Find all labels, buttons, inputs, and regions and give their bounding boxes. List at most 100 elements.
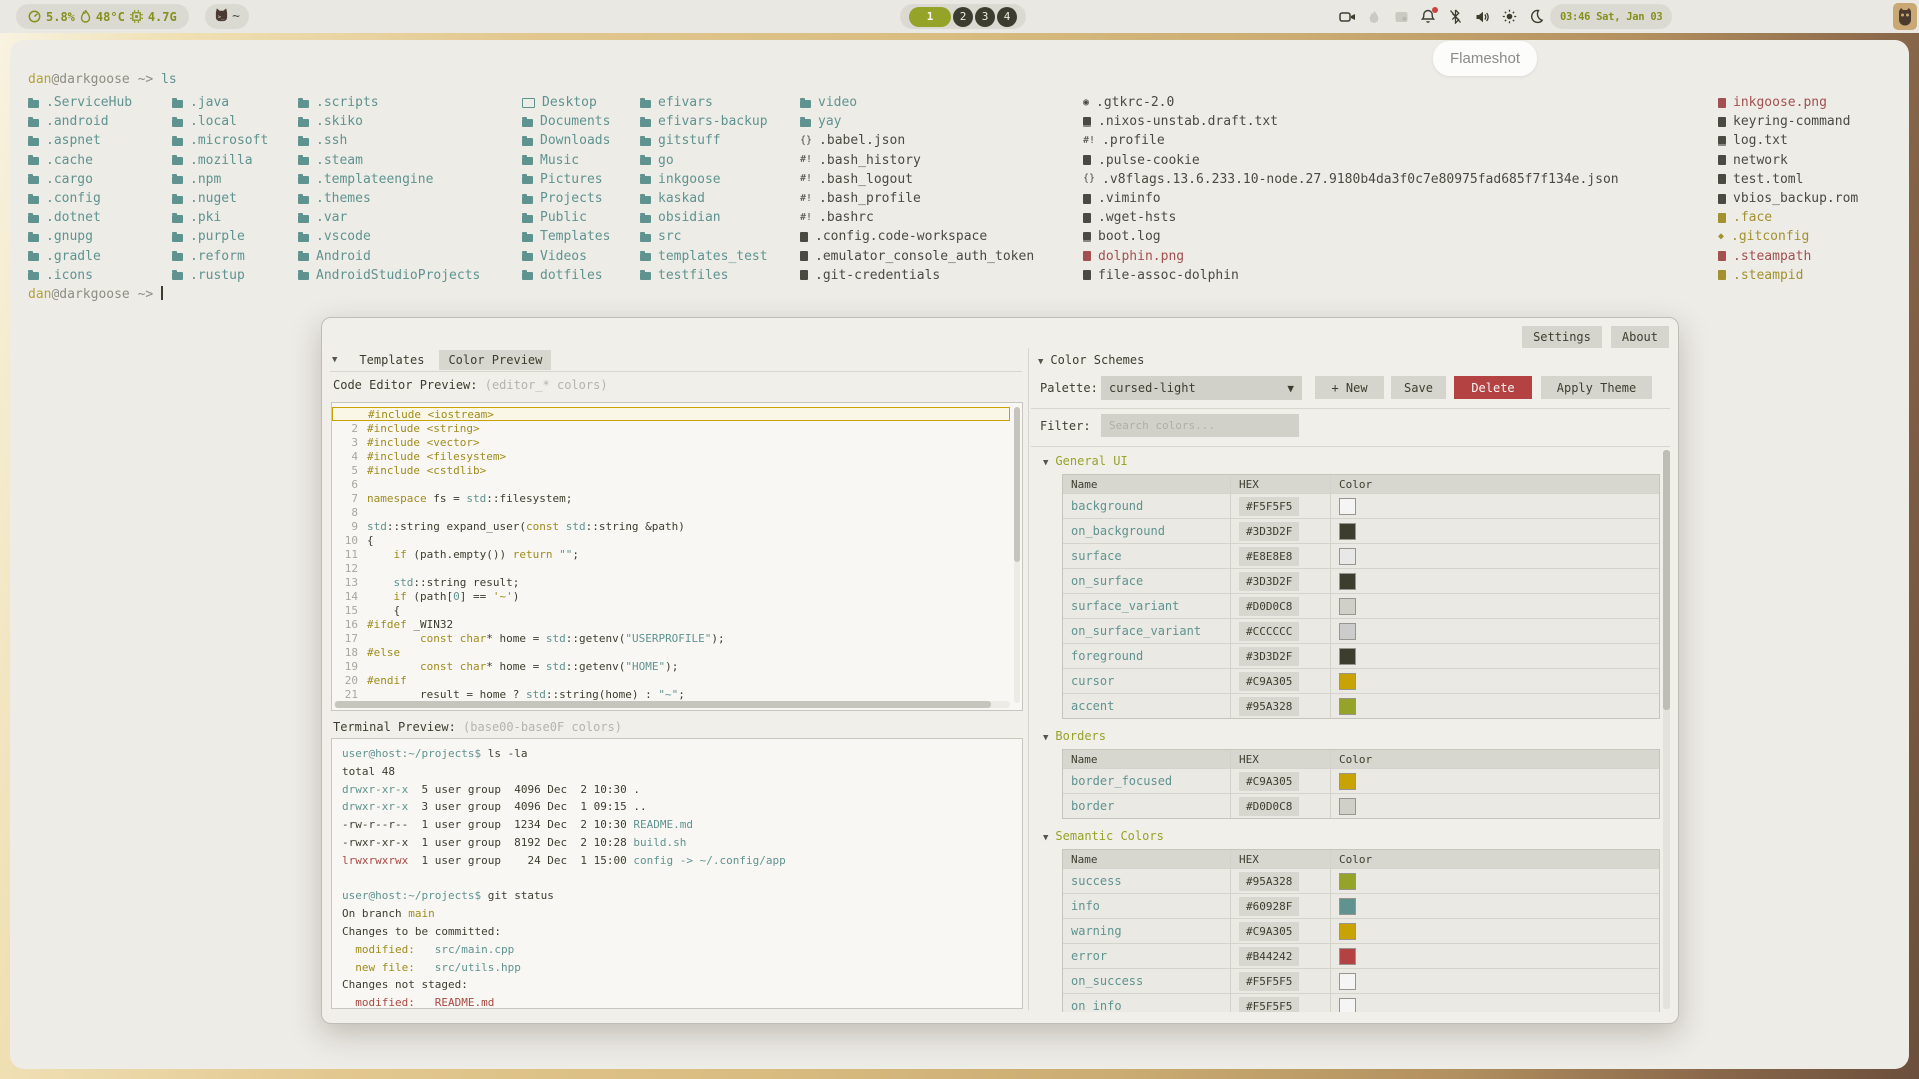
hex-value-input[interactable]: #CCCCCC	[1239, 622, 1299, 641]
volume-icon[interactable]	[1473, 8, 1491, 26]
clock-widget[interactable]: 03:46 Sat, Jan 03	[1550, 4, 1672, 29]
table-row[interactable]: accent#95A328	[1063, 693, 1659, 718]
tab-color-preview[interactable]: Color Preview	[439, 350, 551, 370]
table-row[interactable]: on_surface_variant#CCCCCC	[1063, 618, 1659, 643]
tab-templates[interactable]: Templates	[350, 350, 433, 370]
color-swatch[interactable]	[1339, 648, 1356, 665]
swatch-cell	[1330, 794, 1659, 818]
table-row[interactable]: on_info#F5F5F5	[1063, 993, 1659, 1012]
owl-icon[interactable]	[1893, 3, 1917, 30]
hex-value-input[interactable]: #C9A305	[1239, 922, 1299, 941]
color-swatch[interactable]	[1339, 948, 1356, 965]
section-header[interactable]: ▼General UI	[1043, 454, 1662, 469]
table-row[interactable]: on_surface#3D3D2F	[1063, 568, 1659, 593]
color-swatch[interactable]	[1339, 873, 1356, 890]
workspace-button-2[interactable]: 2	[953, 7, 973, 27]
table-row[interactable]: border_focused#C9A305	[1063, 768, 1659, 793]
delete-palette-button[interactable]: Delete	[1454, 376, 1532, 399]
hex-value-input[interactable]: #F5F5F5	[1239, 972, 1299, 991]
hex-value-input[interactable]: #D0D0C8	[1239, 597, 1299, 616]
color-swatch[interactable]	[1339, 998, 1356, 1013]
table-row[interactable]: info#60928F	[1063, 893, 1659, 918]
hex-value-input[interactable]: #3D3D2F	[1239, 572, 1299, 591]
text-segment: #endif	[367, 674, 407, 687]
color-swatch[interactable]	[1339, 498, 1356, 515]
folder-icon	[28, 176, 39, 184]
hex-value-input[interactable]: #3D3D2F	[1239, 522, 1299, 541]
apply-theme-button[interactable]: Apply Theme	[1541, 376, 1652, 399]
color-swatch[interactable]	[1339, 548, 1356, 565]
table-row[interactable]: surface#E8E8E8	[1063, 543, 1659, 568]
collapse-arrow-icon[interactable]: ▼	[1043, 733, 1048, 743]
table-row[interactable]: error#B44242	[1063, 943, 1659, 968]
table-row[interactable]: warning#C9A305	[1063, 918, 1659, 943]
filter-input[interactable]	[1101, 414, 1299, 437]
color-list-scrollbar[interactable]	[1663, 450, 1670, 1009]
workspace-button-4[interactable]: 4	[997, 7, 1017, 27]
palette-dropdown[interactable]: cursed-light ▼	[1101, 376, 1302, 400]
bluetooth-off-icon[interactable]	[1446, 8, 1464, 26]
section-header[interactable]: ▼Semantic Colors	[1043, 829, 1662, 844]
color-schemes-header[interactable]: ▼Color Schemes	[1038, 353, 1144, 367]
flameshot-disabled-icon[interactable]	[1365, 8, 1383, 26]
hex-value-input[interactable]: #D0D0C8	[1239, 797, 1299, 816]
color-swatch[interactable]	[1339, 973, 1356, 990]
clipboard-lock-disabled-icon[interactable]	[1392, 8, 1410, 26]
color-swatch[interactable]	[1339, 698, 1356, 715]
color-swatch[interactable]	[1339, 523, 1356, 540]
text-segment: ::string(home) :	[546, 688, 659, 701]
hex-value-input[interactable]: #F5F5F5	[1239, 497, 1299, 516]
table-row[interactable]: on_background#3D3D2F	[1063, 518, 1659, 543]
color-swatch[interactable]	[1339, 898, 1356, 915]
color-swatch[interactable]	[1339, 923, 1356, 940]
shell-prompt[interactable]: dan@darkgoose ~>	[28, 286, 163, 302]
table-row[interactable]: surface_variant #D0D0C8	[1063, 593, 1659, 618]
text-segment: ::getenv(	[566, 660, 626, 673]
table-row[interactable]: on_success#F5F5F5	[1063, 968, 1659, 993]
brightness-icon[interactable]	[1500, 8, 1518, 26]
table-row[interactable]: background#F5F5F5	[1063, 493, 1659, 518]
file-name: .gtkrc-2.0	[1096, 95, 1174, 110]
file-name: log.txt	[1733, 133, 1788, 148]
night-light-icon[interactable]	[1527, 8, 1545, 26]
screen-record-icon[interactable]	[1338, 8, 1356, 26]
hex-value-input[interactable]: #95A328	[1239, 697, 1299, 716]
hex-value-input[interactable]: #E8E8E8	[1239, 547, 1299, 566]
line-number: 11	[332, 548, 367, 561]
hex-value-input[interactable]: #C9A305	[1239, 672, 1299, 691]
new-palette-button[interactable]: + New	[1315, 376, 1384, 399]
color-swatch[interactable]	[1339, 773, 1356, 790]
table-row[interactable]: foreground#3D3D2F	[1063, 643, 1659, 668]
hex-value-input[interactable]: #F5F5F5	[1239, 997, 1299, 1013]
hex-value-input[interactable]: #95A328	[1239, 872, 1299, 891]
color-swatch[interactable]	[1339, 573, 1356, 590]
color-swatch[interactable]	[1339, 623, 1356, 640]
color-swatch[interactable]	[1339, 798, 1356, 815]
terminal-launcher-chip[interactable]: >_ ~	[205, 4, 249, 29]
color-swatch[interactable]	[1339, 598, 1356, 615]
hex-value-input[interactable]: #B44242	[1239, 947, 1299, 966]
save-palette-button[interactable]: Save	[1391, 376, 1446, 399]
table-row[interactable]: border#D0D0C8	[1063, 793, 1659, 818]
collapse-arrow-icon[interactable]: ▼	[1043, 833, 1048, 843]
about-button[interactable]: About	[1611, 326, 1669, 348]
palette-row: Palette: cursed-light ▼ + New Save Delet…	[322, 376, 1678, 400]
workspace-button-3[interactable]: 3	[975, 7, 995, 27]
system-tray	[1338, 0, 1545, 33]
code-vertical-scrollbar[interactable]	[1014, 407, 1020, 703]
table-row[interactable]: cursor#C9A305	[1063, 668, 1659, 693]
color-name-cell: surface_variant	[1063, 594, 1230, 618]
hex-value-input[interactable]: #3D3D2F	[1239, 647, 1299, 666]
collapse-arrow-icon[interactable]: ▼	[332, 355, 337, 365]
notifications-bell-icon[interactable]	[1419, 8, 1437, 26]
workspace-button-1[interactable]: 1	[909, 7, 951, 27]
collapse-arrow-icon[interactable]: ▼	[1043, 458, 1048, 468]
table-row[interactable]: success#95A328	[1063, 868, 1659, 893]
settings-button[interactable]: Settings	[1522, 326, 1602, 348]
hex-value-input[interactable]: #60928F	[1239, 897, 1299, 916]
system-stats-widget[interactable]: 5.8% 48°C 4.7G	[16, 4, 189, 29]
section-header[interactable]: ▼Borders	[1043, 729, 1662, 744]
hex-value-input[interactable]: #C9A305	[1239, 772, 1299, 791]
code-horizontal-scrollbar[interactable]	[334, 701, 1010, 708]
color-swatch[interactable]	[1339, 673, 1356, 690]
